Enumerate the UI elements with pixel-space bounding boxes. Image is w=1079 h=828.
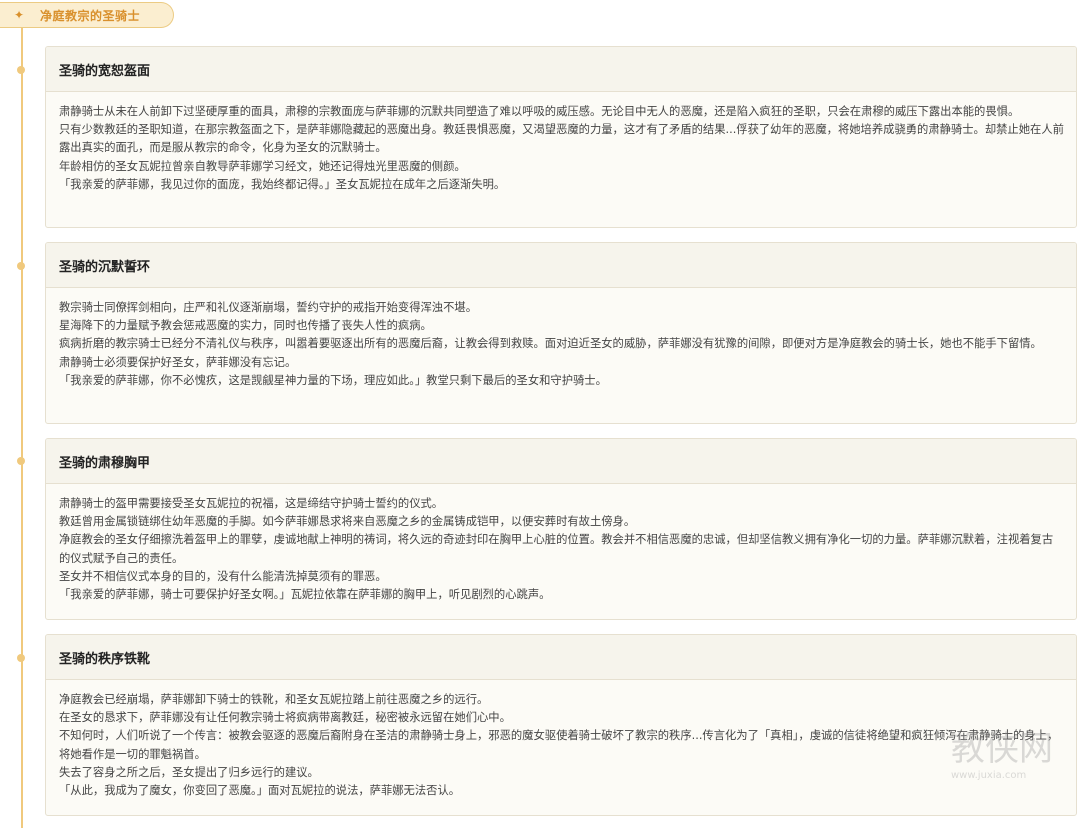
card-text: 「我亲爱的萨菲娜，你不必愧疚，这是觊觎星神力量的下场，理应如此。」教堂只剩下最后…: [59, 373, 607, 387]
card-text: 肃静骑士的盔甲需要接受圣女瓦妮拉的祝福，这是缔结守护骑士誓约的仪式。: [59, 497, 444, 510]
watermark-logo: 教侠网 www.juxia.com: [951, 721, 1061, 807]
card-text: 肃静骑士必须要保护好圣女，萨菲娜没有忘记。: [59, 355, 297, 369]
card-text: 教廷曾用金属锁链绑住幼年恶魔的手脚。如今萨菲娜恳求将来自恶魔之乡的金属铸成铠甲，…: [59, 515, 636, 529]
card-title: 圣骑的沉默誓环: [46, 243, 1076, 288]
page-title-pill: ✦ 净庭教宗的圣骑士: [0, 2, 174, 28]
artifact-card: 圣骑的肃穆胸甲 肃静骑士的盔甲需要接受圣女瓦妮拉的祝福，这是缔结守护骑士誓约的仪…: [45, 438, 1077, 620]
card-text: 圣女并不相信仪式本身的目的，没有什么能清洗掉莫须有的罪恶。: [59, 569, 387, 583]
card-text: 不知何时，人们听说了一个传言：被教会驱逐的恶魔后裔附身在圣洁的肃静骑士身上，邪恶…: [59, 729, 1059, 761]
star-icon: ✦: [14, 8, 25, 22]
card-body: 肃静骑士的盔甲需要接受圣女瓦妮拉的祝福，这是缔结守护骑士誓约的仪式。 教廷曾用金…: [46, 484, 1076, 612]
card-text: 「我亲爱的萨菲娜，骑士可要保护好圣女啊。」瓦妮拉依靠在萨菲娜的胸甲上，听见剧烈的…: [59, 588, 551, 602]
timeline-node: [17, 66, 25, 74]
card-title: 圣骑的秩序铁靴: [46, 635, 1076, 680]
watermark-url: www.juxia.com: [951, 770, 1027, 781]
card-text: 净庭教会的圣女仔细擦洗着盔甲上的罪孽，虔诚地献上神明的祷词，将久远的奇迹封印在胸…: [59, 533, 1054, 565]
timeline-node: [17, 457, 25, 465]
page-title: 净庭教宗的圣骑士: [40, 8, 141, 23]
artifact-card: 圣骑的宽恕盔面 肃静骑士从未在人前卸下过坚硬厚重的面具，肃穆的宗教面庞与萨菲娜的…: [45, 46, 1077, 228]
artifact-card: 圣骑的沉默誓环 教宗骑士同僚挥剑相向，庄严和礼仪逐渐崩塌，誓约守护的戒指开始变得…: [45, 242, 1077, 424]
card-text: 教宗骑士同僚挥剑相向，庄严和礼仪逐渐崩塌，誓约守护的戒指开始变得浑浊不堪。: [59, 301, 477, 314]
card-text: 「从此，我成为了魔女，你变回了恶魔。」面对瓦妮拉的说法，萨菲娜无法否认。: [59, 784, 461, 798]
card-text: 在圣女的恳求下，萨菲娜没有让任何教宗骑士将疯病带离教廷，秘密被永远留在她们心中。: [59, 711, 511, 725]
card-text: 净庭教会已经崩塌，萨菲娜卸下骑士的铁靴，和圣女瓦妮拉踏上前往恶魔之乡的远行。: [59, 693, 489, 706]
card-text: 星海降下的力量赋予教会惩戒恶魔的实力，同时也传播了丧失人性的疯病。: [59, 319, 432, 333]
card-body: 净庭教会已经崩塌，萨菲娜卸下骑士的铁靴，和圣女瓦妮拉踏上前往恶魔之乡的远行。 在…: [46, 680, 1076, 808]
card-text: 疯病折磨的教宗骑士已经分不清礼仪与秩序，叫嚣着要驱逐出所有的恶魔后裔，让教会得到…: [59, 337, 1042, 351]
card-body: 肃静骑士从未在人前卸下过坚硬厚重的面具，肃穆的宗教面庞与萨菲娜的沉默共同塑造了难…: [46, 92, 1076, 202]
timeline-node: [17, 654, 25, 662]
card-text: 失去了容身之所之后，圣女提出了归乡远行的建议。: [59, 765, 319, 779]
card-text: 肃静骑士从未在人前卸下过坚硬厚重的面具，肃穆的宗教面庞与萨菲娜的沉默共同塑造了难…: [59, 105, 1020, 118]
card-title: 圣骑的肃穆胸甲: [46, 439, 1076, 484]
card-body: 教宗骑士同僚挥剑相向，庄严和礼仪逐渐崩塌，誓约守护的戒指开始变得浑浊不堪。 星海…: [46, 288, 1076, 398]
timeline-node: [17, 262, 25, 270]
watermark-text: 教侠网: [951, 729, 1053, 769]
card-text: 只有少数教廷的圣职知道，在那宗教盔面之下，是萨菲娜隐藏起的恶魔出身。教廷畏惧恶魔…: [59, 123, 1064, 155]
artifact-card: 圣骑的秩序铁靴 净庭教会已经崩塌，萨菲娜卸下骑士的铁靴，和圣女瓦妮拉踏上前往恶魔…: [45, 634, 1077, 816]
card-text: 年龄相仿的圣女瓦妮拉曾亲自教导萨菲娜学习经文，她还记得烛光里恶魔的侧颜。: [59, 159, 466, 173]
card-title: 圣骑的宽恕盔面: [46, 47, 1076, 92]
timeline-line: [21, 28, 23, 828]
card-text: 「我亲爱的萨菲娜，我见过你的面庞，我始终都记得。」圣女瓦妮拉在成年之后逐渐失明。: [59, 177, 506, 191]
